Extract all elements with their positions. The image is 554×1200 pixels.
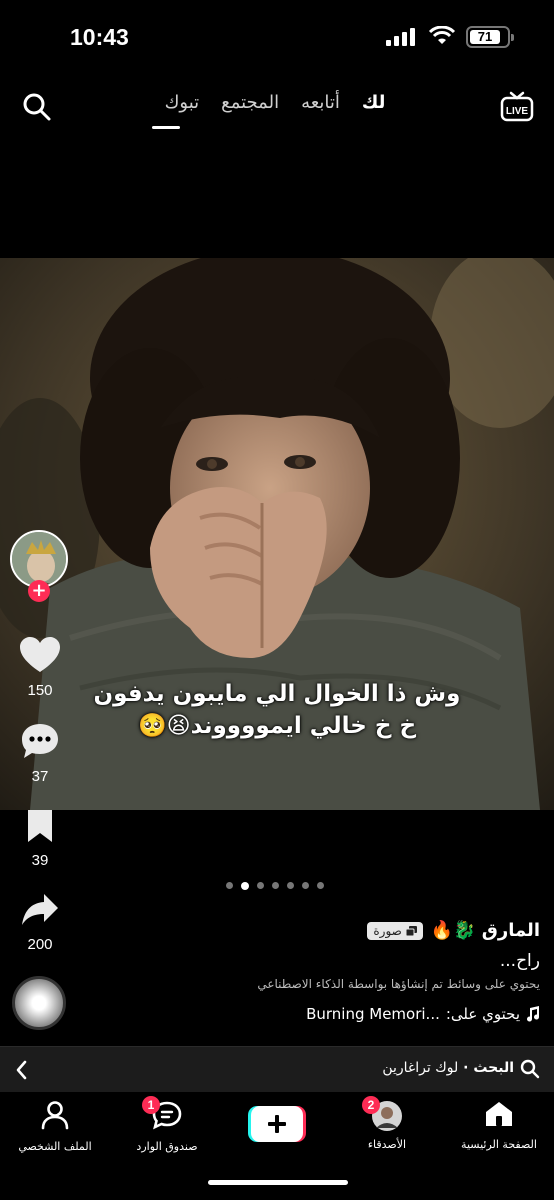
photo-type-label: صورة	[373, 923, 402, 938]
tab-tabuk[interactable]: تبوك	[165, 92, 200, 130]
ai-generated-notice: يحتوي على وسائط تم إنشاؤها بواسطة الذكاء…	[257, 977, 540, 991]
tab-inbox[interactable]: 1 صندوق الوارد	[112, 1096, 222, 1153]
tab-community[interactable]: المجتمع	[221, 92, 279, 130]
music-title: Burning Memori...	[306, 1005, 440, 1023]
active-tab-indicator	[152, 126, 180, 129]
clock: 10:43	[70, 24, 129, 50]
caption-line-2: خ خ خالي ايمووووند😫🥺	[137, 713, 417, 739]
heart-icon	[20, 637, 60, 672]
carousel-dot	[226, 882, 233, 889]
profile-person-icon	[41, 1101, 69, 1130]
music-row[interactable]: يحتوي على: Burning Memori...	[20, 1005, 540, 1023]
carousel-dot	[272, 882, 279, 889]
search-suggestion-prefix: البحث ·	[458, 1060, 514, 1076]
cellular-signal-icon	[386, 28, 415, 46]
photo-type-badge: صورة	[367, 921, 423, 940]
battery-icon: 71	[466, 26, 514, 48]
bookmark-count: 39	[31, 852, 49, 869]
search-suggestion-text: البحث · لوك تراغارين	[382, 1060, 514, 1076]
live-tv-icon[interactable]: LIVE	[500, 90, 534, 124]
live-label: LIVE	[506, 106, 529, 117]
carousel-indicator	[226, 881, 324, 890]
create-post-button[interactable]	[248, 1106, 306, 1142]
caption-line-1: وش ذا الخوال الي مايبون يدفون	[93, 681, 461, 707]
home-indicator	[208, 1180, 348, 1185]
tab-home-label: الصفحة الرئيسية	[461, 1138, 537, 1151]
music-note-icon	[527, 1006, 540, 1022]
tab-for-you[interactable]: لك	[362, 92, 386, 130]
comment-count: 37	[31, 768, 49, 785]
post-description[interactable]: راح...	[20, 951, 540, 971]
top-navigation: لك أتابعه المجتمع تبوك LIVE	[0, 84, 554, 130]
comment-button[interactable]: 37	[0, 722, 80, 785]
search-icon[interactable]	[22, 92, 52, 122]
wifi-icon	[428, 26, 456, 44]
search-suggestion-query: لوك تراغارين	[382, 1060, 459, 1076]
tab-following[interactable]: أتابعه	[301, 92, 340, 130]
carousel-dot	[257, 882, 264, 889]
bookmark-icon	[28, 810, 52, 842]
comment-bubble-icon	[22, 724, 58, 758]
post-info: المارق 🐉🔥 صورة راح... يحتوي على وسائط تم…	[20, 920, 540, 1023]
home-icon	[486, 1102, 512, 1126]
feed-tabs: لك أتابعه المجتمع تبوك	[140, 92, 410, 130]
tab-home[interactable]: الصفحة الرئيسية	[444, 1100, 554, 1151]
post-caption-overlay: وش ذا الخوال الي مايبون يدفون خ خ خالي ا…	[0, 678, 554, 742]
bookmark-button[interactable]: 39	[0, 808, 80, 869]
search-suggestion-bar[interactable]: البحث · لوك تراغارين	[0, 1046, 554, 1092]
music-disc-icon[interactable]	[12, 976, 66, 1030]
like-count: 150	[27, 682, 53, 699]
follow-plus-button[interactable]: +	[28, 580, 50, 602]
carousel-dot	[317, 882, 324, 889]
carousel-dot	[302, 882, 309, 889]
tab-friends[interactable]: 2 الأصدقاء	[332, 1096, 442, 1151]
inbox-badge: 1	[142, 1096, 160, 1114]
like-button[interactable]: 150	[0, 636, 80, 699]
tab-profile-label: الملف الشخصي	[18, 1140, 92, 1153]
tab-profile[interactable]: الملف الشخصي	[0, 1100, 110, 1153]
tab-friends-label: الأصدقاء	[367, 1138, 407, 1151]
carousel-dot	[287, 882, 294, 889]
friends-badge: 2	[362, 1096, 380, 1114]
battery-percent: 71	[477, 29, 493, 44]
search-icon	[520, 1059, 540, 1079]
tab-inbox-label: صندوق الوارد	[136, 1140, 198, 1153]
music-prefix: يحتوي على:	[445, 1005, 520, 1023]
carousel-dot-active	[241, 881, 249, 890]
status-bar: 10:43 71	[0, 0, 554, 76]
chevron-left-icon[interactable]	[14, 1059, 28, 1081]
author-name[interactable]: المارق 🐉🔥	[431, 920, 540, 941]
photo-stack-icon	[405, 925, 417, 936]
